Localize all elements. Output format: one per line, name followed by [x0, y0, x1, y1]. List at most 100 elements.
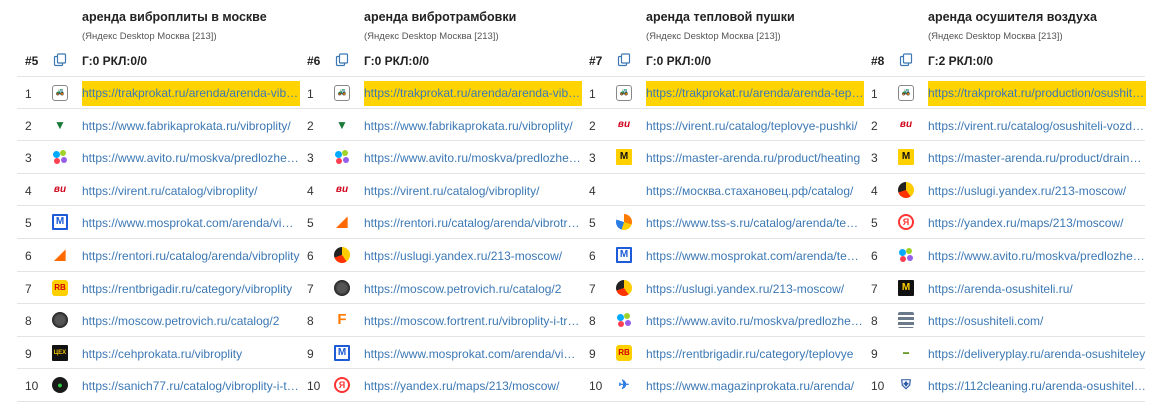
serp-row: 10 Яhttps://yandex.ru/maps/213/moscow/ — [299, 369, 581, 402]
copy-icon[interactable] — [899, 53, 913, 67]
query-group: аренда виброплиты в москве (Яндекс Deskto… — [0, 0, 300, 412]
result-url-link[interactable]: https://uslugi.yandex.ru/213-moscow/ — [646, 282, 864, 296]
position-number: 9 — [871, 346, 878, 361]
serp-row: 10 ✈ https://www.magazinprokata.ru/arenda/ — [581, 369, 863, 402]
serp-row: 1 🚜 https://trakprokat.ru/arenda/arenda-vi… — [299, 76, 582, 109]
result-url-link[interactable]: https://www.fabrikaprokata.ru/vibroplity… — [364, 119, 582, 133]
master-black-icon: M — [898, 279, 914, 296]
result-url-link[interactable]: https://virent.ru/catalog/osushiteli-voz… — [928, 119, 1146, 133]
result-url-link[interactable]: https://master-arenda.ru/product/heating — [646, 151, 864, 165]
query-title: аренда вибротрамбовки — [364, 10, 517, 24]
tss-icon — [616, 214, 632, 231]
deliveryplay-icon: ▬ — [903, 349, 909, 356]
query-title: аренда виброплиты в москве — [82, 10, 267, 24]
result-url-link[interactable]: https://virent.ru/catalog/teplovye-pushk… — [646, 119, 864, 133]
position-number: 6 — [871, 248, 878, 263]
result-url-link[interactable]: https://trakprokat.ru/arenda/arenda-tepl… — [646, 81, 864, 106]
osushiteli-icon — [898, 312, 914, 329]
position-number: 8 — [589, 314, 596, 329]
position-number: 10 — [25, 379, 39, 394]
serp-row: 9 Mhttps://www.mosprokat.com/arenda/vibro… — [299, 337, 582, 370]
result-url-link[interactable]: https://rentori.ru/catalog/arenda/vibrop… — [82, 249, 300, 263]
result-url-link[interactable]: https://www.tss-s.ru/catalog/arenda/tepl… — [646, 216, 864, 230]
position-number: 3 — [307, 151, 314, 166]
result-url-link[interactable]: https://uslugi.yandex.ru/213-moscow/ — [928, 184, 1146, 198]
serp-row: 6 ◢ https://rentori.ru/catalog/arenda/vibr… — [17, 239, 299, 272]
result-url-link[interactable]: https://moscow.petrovich.ru/catalog/2 — [82, 314, 300, 328]
fabrikaprokata-icon: ▼ — [54, 117, 66, 132]
position-number: 8 — [871, 314, 878, 329]
serp-row: 10 ⛨ https://112cleaning.ru/arenda-osushit… — [863, 369, 1146, 402]
result-url-link[interactable]: https://master-arenda.ru/product/drainag… — [928, 151, 1146, 165]
position-number: 2 — [307, 118, 314, 133]
result-url-link[interactable]: https://www.avito.ru/moskva/predlozheniy… — [928, 249, 1146, 263]
serp-row: 5 Яhttps://yandex.ru/maps/213/moscow/ — [863, 206, 1145, 239]
result-url-link[interactable]: https://www.mosprokat.com/arenda/vibrotr… — [364, 347, 582, 361]
result-url-link[interactable]: https://www.mosprokat.com/arenda/teplovy… — [646, 249, 864, 263]
result-url-link[interactable]: https://www.magazinprokata.ru/arenda/ — [646, 379, 864, 393]
query-region: (Яндекс Desktop Москва [213]) — [928, 31, 1063, 42]
result-url-link[interactable]: https://москва.стахановец.рф/catalog/ — [646, 184, 864, 198]
position-number: 10 — [871, 379, 885, 394]
result-url-link[interactable]: https://trakprokat.ru/production/osushit… — [928, 81, 1146, 106]
result-url-link[interactable]: https://deliveryplay.ru/arenda-osushitel… — [928, 347, 1146, 361]
sanich77-icon: ● — [52, 377, 68, 394]
result-url-link[interactable]: https://sanich77.ru/catalog/vibroplity-i… — [82, 379, 300, 393]
virent-icon: ви — [617, 118, 631, 130]
position-number: 1 — [871, 87, 878, 101]
copy-icon[interactable] — [53, 53, 67, 67]
master-arenda-icon: M — [898, 149, 914, 166]
position-number: 1 — [589, 87, 596, 101]
yandex-uslugi-icon — [616, 279, 632, 296]
serp-row: 3 Mhttps://master-arenda.ru/product/drain… — [863, 141, 1146, 174]
copy-icon[interactable] — [335, 53, 349, 67]
result-url-link[interactable]: https://yandex.ru/maps/213/moscow/ — [364, 379, 582, 393]
result-url-link[interactable]: https://cehprokata.ru/vibroplity — [82, 347, 300, 361]
result-url-link[interactable]: https://rentori.ru/catalog/arenda/vibrot… — [364, 216, 582, 230]
result-url-link[interactable]: https://www.avito.ru/moskva/predlozheniy… — [364, 151, 582, 165]
serp-row: 6 https://uslugi.yandex.ru/213-moscow/ — [299, 239, 581, 272]
result-url-link[interactable]: https://uslugi.yandex.ru/213-moscow/ — [364, 249, 582, 263]
fabrikaprokata-icon: ▼ — [336, 117, 348, 132]
result-url-link[interactable]: https://112cleaning.ru/arenda-osushitely… — [928, 379, 1146, 393]
result-url-link[interactable]: https://trakprokat.ru/arenda/arenda-vibr… — [364, 81, 582, 106]
result-url-link[interactable]: https://rentbrigadir.ru/category/teplovy… — [646, 347, 864, 361]
avito-icon — [898, 247, 914, 263]
query-group: аренда тепловой пушки (Яндекс Desktop Мос… — [564, 0, 864, 412]
position-number: 2 — [25, 118, 32, 133]
result-url-link[interactable]: https://www.avito.ru/moskva/predlozheniy… — [646, 314, 864, 328]
result-url-link[interactable]: https://arenda-osushiteli.ru/ — [928, 282, 1146, 296]
query-number: #5 — [25, 54, 39, 68]
serp-row: 10 ● https://sanich77.ru/catalog/vibroplit… — [17, 369, 300, 402]
petrovich-icon — [334, 279, 350, 296]
mosprokat-icon: M — [616, 246, 632, 263]
result-url-link[interactable]: https://www.fabrikaprokata.ru/vibroplity… — [82, 119, 300, 133]
avito-icon — [52, 149, 68, 165]
query-number: #7 — [589, 54, 603, 68]
result-url-link[interactable]: https://rentbrigadir.ru/category/vibropl… — [82, 282, 300, 296]
mosprokat-icon: M — [52, 214, 68, 231]
result-url-link[interactable]: https://www.mosprokat.com/arenda/vibropl… — [82, 216, 300, 230]
fortrent-icon: F — [337, 311, 347, 329]
result-url-link[interactable]: https://moscow.fortrent.ru/vibroplity-i-… — [364, 314, 582, 328]
position-number: 2 — [589, 118, 596, 133]
serp-row: 7 https://moscow.petrovich.ru/catalog/2 — [299, 272, 581, 305]
serp-row: 3 https://www.avito.ru/moskva/predlozheni… — [17, 141, 300, 174]
rentori-icon: ◢ — [336, 213, 348, 230]
result-url-link[interactable]: https://virent.ru/catalog/vibroplity/ — [364, 184, 582, 198]
position-number: 5 — [589, 216, 596, 231]
serp-list: 1 🚜 https://trakprokat.ru/production/osush… — [863, 76, 1146, 402]
result-url-link[interactable]: https://osushiteli.com/ — [928, 314, 1146, 328]
query-group: аренда осушителя воздуха (Яндекс Desktop … — [846, 0, 1146, 412]
result-url-link[interactable]: https://virent.ru/catalog/vibroplity/ — [82, 184, 300, 198]
copy-icon[interactable] — [617, 53, 631, 67]
result-url-link[interactable]: https://trakprokat.ru/arenda/arenda-vibr… — [82, 81, 300, 106]
position-number: 2 — [871, 118, 878, 133]
result-url-link[interactable]: https://www.avito.ru/moskva/predlozheniy… — [82, 151, 300, 165]
serp-row: 8 https://www.avito.ru/moskva/predlozheni… — [581, 304, 864, 337]
favicon-empty — [616, 182, 632, 198]
query-stats: Г:0 РКЛ:0/0 — [82, 54, 148, 68]
result-url-link[interactable]: https://moscow.petrovich.ru/catalog/2 — [364, 282, 582, 296]
serp-row: 7 Mhttps://arenda-osushiteli.ru/ — [863, 272, 1145, 305]
result-url-link[interactable]: https://yandex.ru/maps/213/moscow/ — [928, 216, 1146, 230]
